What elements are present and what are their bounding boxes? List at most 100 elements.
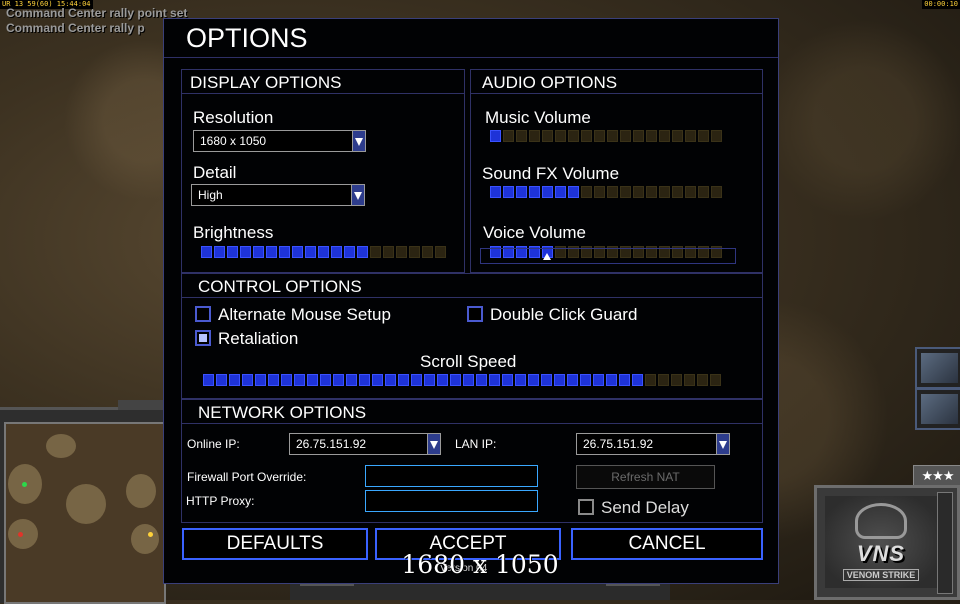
minimap[interactable] bbox=[4, 422, 166, 604]
slider-segment bbox=[331, 246, 342, 258]
section-title: DISPLAY OPTIONS bbox=[190, 73, 342, 92]
section-header: AUDIO OPTIONS bbox=[471, 70, 762, 94]
resolution-dropdown[interactable]: 1680 x 1050 bbox=[193, 130, 366, 152]
slider-segment bbox=[268, 374, 279, 386]
hud-timer: 00:00:10 bbox=[922, 0, 960, 9]
minimap-terrain bbox=[66, 484, 106, 524]
detail-dropdown[interactable]: High bbox=[191, 184, 365, 206]
control-options-section: CONTROL OPTIONS Alternate Mouse Setup Do… bbox=[181, 273, 763, 399]
slider-segment bbox=[594, 130, 605, 142]
send-delay-checkbox[interactable] bbox=[578, 499, 594, 515]
slider-segment bbox=[476, 374, 487, 386]
command-slot[interactable] bbox=[915, 347, 960, 389]
faction-logo: VNS VENOM STRIKE bbox=[825, 496, 937, 588]
slider-segment bbox=[255, 374, 266, 386]
slider-segment bbox=[240, 246, 251, 258]
send-delay-label: Send Delay bbox=[601, 498, 689, 517]
alternate-mouse-checkbox[interactable] bbox=[195, 306, 211, 322]
slider-segment bbox=[253, 246, 264, 258]
lan-ip-dropdown[interactable]: 26.75.151.92 bbox=[576, 433, 730, 455]
slider-segment bbox=[555, 130, 566, 142]
slider-segment bbox=[227, 246, 238, 258]
slider-segment bbox=[581, 186, 592, 198]
retaliation-checkbox[interactable] bbox=[195, 330, 211, 346]
slider-segment bbox=[542, 130, 553, 142]
slider-segment bbox=[568, 186, 579, 198]
slider-segment bbox=[294, 374, 305, 386]
sfx-volume-label: Sound FX Volume bbox=[482, 164, 620, 183]
slider-segment bbox=[672, 130, 683, 142]
chevron-down-icon[interactable] bbox=[352, 131, 365, 151]
slider-segment bbox=[516, 130, 527, 142]
slider-segment bbox=[619, 374, 630, 386]
slider-segment bbox=[422, 246, 433, 258]
slider-segment bbox=[646, 130, 657, 142]
slider-segment bbox=[266, 246, 277, 258]
slider-segment bbox=[320, 374, 331, 386]
slider-segment bbox=[659, 186, 670, 198]
scroll-speed-slider[interactable] bbox=[203, 374, 723, 388]
slider-segment bbox=[216, 374, 227, 386]
slider-segment bbox=[372, 374, 383, 386]
slider-segment bbox=[555, 186, 566, 198]
retaliation-label: Retaliation bbox=[218, 329, 299, 348]
slider-segment bbox=[489, 374, 500, 386]
radar-tab bbox=[118, 400, 166, 410]
command-slot[interactable] bbox=[915, 388, 960, 430]
slider-segment bbox=[710, 374, 721, 386]
minimap-unit bbox=[22, 482, 27, 487]
chevron-down-icon[interactable] bbox=[351, 185, 364, 205]
slider-segment bbox=[490, 186, 501, 198]
aircraft-icon bbox=[921, 394, 958, 424]
slider-segment bbox=[385, 374, 396, 386]
refresh-nat-button[interactable]: Refresh NAT bbox=[576, 465, 715, 489]
slider-segment bbox=[279, 246, 290, 258]
section-title: CONTROL OPTIONS bbox=[198, 277, 362, 296]
slider-segment bbox=[463, 374, 474, 386]
slider-segment bbox=[528, 374, 539, 386]
slider-segment bbox=[370, 246, 381, 258]
http-proxy-label: HTTP Proxy: bbox=[186, 494, 255, 508]
defaults-button[interactable]: DEFAULTS bbox=[182, 528, 368, 560]
chevron-down-icon[interactable] bbox=[716, 434, 729, 454]
hud-message: Command Center rally p bbox=[6, 21, 145, 35]
slider-segment bbox=[201, 246, 212, 258]
firewall-port-input[interactable] bbox=[365, 465, 538, 487]
resolution-overlay: 1680 x 1050 bbox=[401, 550, 559, 579]
slider-segment bbox=[659, 130, 670, 142]
minimap-terrain bbox=[46, 434, 76, 458]
chevron-down-icon[interactable] bbox=[427, 434, 440, 454]
panel-scrollbar[interactable] bbox=[937, 492, 953, 594]
http-proxy-input[interactable] bbox=[365, 490, 538, 512]
double-click-guard-checkbox[interactable] bbox=[467, 306, 483, 322]
sfx-volume-slider[interactable] bbox=[490, 186, 724, 200]
slider-segment bbox=[581, 130, 592, 142]
slider-segment bbox=[359, 374, 370, 386]
minimap-terrain bbox=[8, 519, 38, 549]
cancel-button[interactable]: CANCEL bbox=[571, 528, 763, 560]
network-options-section: NETWORK OPTIONS Online IP: 26.75.151.92 … bbox=[181, 399, 763, 523]
detail-label: Detail bbox=[193, 163, 237, 182]
slider-segment bbox=[697, 374, 708, 386]
firewall-port-label: Firewall Port Override: bbox=[187, 470, 307, 484]
slider-segment bbox=[671, 374, 682, 386]
slider-segment bbox=[594, 186, 605, 198]
online-ip-dropdown[interactable]: 26.75.151.92 bbox=[289, 433, 441, 455]
slider-segment bbox=[346, 374, 357, 386]
slider-segment bbox=[229, 374, 240, 386]
slider-segment bbox=[318, 246, 329, 258]
resolution-label: Resolution bbox=[193, 108, 274, 127]
options-dialog: OPTIONS DISPLAY OPTIONS Resolution 1680 … bbox=[163, 18, 779, 584]
slider-segment bbox=[672, 186, 683, 198]
slider-segment bbox=[684, 374, 695, 386]
hud-message: Command Center rally point set bbox=[6, 6, 188, 20]
dialog-header: OPTIONS bbox=[164, 19, 778, 58]
slider-segment bbox=[242, 374, 253, 386]
general-portrait-panel: VNS VENOM STRIKE bbox=[814, 485, 960, 600]
slider-segment bbox=[620, 130, 631, 142]
satellite-icon bbox=[921, 353, 958, 383]
brightness-slider[interactable] bbox=[201, 246, 448, 260]
music-volume-slider[interactable] bbox=[490, 130, 724, 144]
snake-icon bbox=[855, 503, 907, 539]
slider-segment bbox=[554, 374, 565, 386]
